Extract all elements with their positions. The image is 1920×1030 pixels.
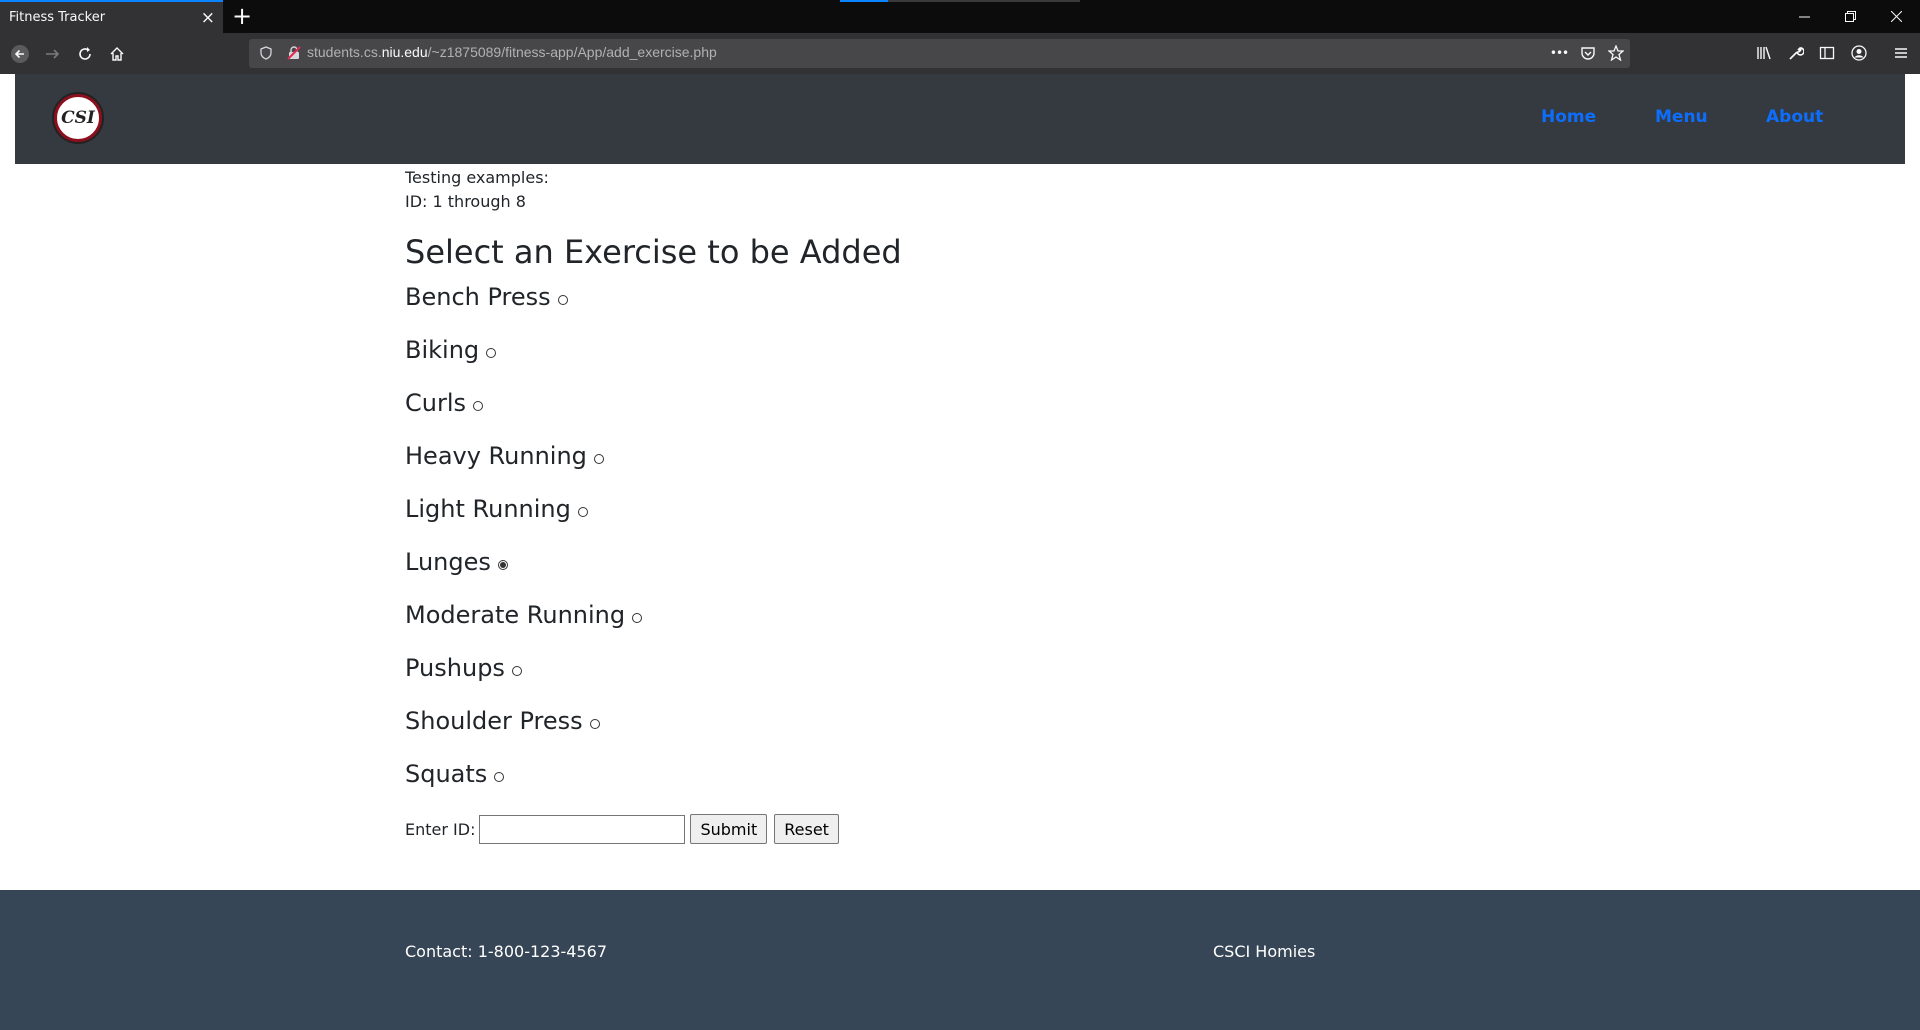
tab-close-icon[interactable]: × xyxy=(201,8,215,28)
id-input[interactable] xyxy=(479,814,686,844)
tab-strip-indicator xyxy=(840,0,888,2)
shield-icon[interactable] xyxy=(254,41,278,65)
sidebar-icon[interactable] xyxy=(1815,41,1839,65)
site-logo[interactable]: CSI xyxy=(54,94,102,142)
exercise-label: Moderate Running xyxy=(405,601,626,629)
site-footer: Contact: 1-800-123-4567 CSCI Homies xyxy=(0,890,1920,1030)
pocket-icon[interactable] xyxy=(1576,41,1600,65)
id-form: Enter ID: Submit Reset xyxy=(405,814,902,844)
exercise-option[interactable]: Moderate Running xyxy=(405,600,902,653)
wrench-icon[interactable] xyxy=(1784,41,1808,65)
restore-icon xyxy=(1844,11,1856,22)
reload-button[interactable] xyxy=(71,40,99,68)
url-host: niu.edu xyxy=(381,44,428,60)
exercise-option[interactable]: Heavy Running xyxy=(405,441,902,494)
reload-icon xyxy=(79,47,91,60)
tab-title: Fitness Tracker xyxy=(9,10,106,25)
exercise-option[interactable]: Squats xyxy=(405,759,902,812)
url-prefix: students.cs. xyxy=(307,44,382,60)
exercise-option[interactable]: Shoulder Press xyxy=(405,706,902,759)
exercise-label: Pushups xyxy=(405,654,505,682)
footer-team: CSCI Homies xyxy=(1213,942,1316,961)
nav-about-link[interactable]: About xyxy=(1766,107,1823,127)
restore-button[interactable] xyxy=(1827,0,1873,33)
exercise-radio[interactable] xyxy=(557,295,568,305)
nav-home-link[interactable]: Home xyxy=(1541,107,1596,127)
testing-hint: Testing examples: xyxy=(405,168,549,187)
exercise-radio[interactable] xyxy=(486,348,497,358)
exercise-option[interactable]: Biking xyxy=(405,335,902,388)
minimize-icon xyxy=(1798,16,1810,18)
page-actions-icon[interactable]: ••• xyxy=(1547,41,1571,65)
exercise-label: Squats xyxy=(405,760,488,788)
exercise-option[interactable]: Light Running xyxy=(405,494,902,547)
exercise-label: Bench Press xyxy=(405,283,551,311)
new-tab-button[interactable]: + xyxy=(232,2,252,30)
bookmark-star-icon[interactable] xyxy=(1604,41,1628,65)
exercise-option[interactable]: Curls xyxy=(405,388,902,441)
footer-contact: Contact: 1-800-123-4567 xyxy=(405,942,608,961)
exercise-list: Bench Press Biking Curls Heavy Running L… xyxy=(405,282,902,812)
exercise-label: Curls xyxy=(405,389,467,417)
home-button[interactable] xyxy=(103,40,131,68)
reset-button[interactable]: Reset xyxy=(774,814,839,844)
forward-arrow-icon xyxy=(46,49,60,59)
insecure-lock-icon[interactable] xyxy=(282,41,306,65)
exercise-label: Heavy Running xyxy=(405,442,587,470)
exercise-option[interactable]: Lunges xyxy=(405,547,902,600)
forward-button[interactable] xyxy=(38,40,66,68)
exercise-radio[interactable] xyxy=(593,454,604,464)
exercise-radio[interactable] xyxy=(589,719,600,729)
library-icon[interactable] xyxy=(1752,41,1776,65)
exercise-radio[interactable] xyxy=(511,666,522,676)
hamburger-menu-icon[interactable] xyxy=(1889,41,1913,65)
url-path: /~z1875089/fitness-app/App/add_exercise.… xyxy=(427,44,717,60)
exercise-option[interactable]: Pushups xyxy=(405,653,902,706)
close-icon xyxy=(1890,11,1902,22)
exercise-radio[interactable] xyxy=(494,772,505,782)
id-label: Enter ID: xyxy=(405,819,476,839)
exercise-label: Biking xyxy=(405,336,480,364)
minimize-button[interactable] xyxy=(1781,0,1827,33)
tab-strip-track xyxy=(888,0,1080,2)
exercise-radio[interactable] xyxy=(497,560,508,570)
exercise-radio[interactable] xyxy=(473,401,484,411)
exercise-label: Lunges xyxy=(405,548,491,576)
exercise-label: Shoulder Press xyxy=(405,707,583,735)
account-icon[interactable] xyxy=(1847,41,1871,65)
site-navbar xyxy=(15,74,1905,164)
exercise-radio[interactable] xyxy=(632,613,643,623)
url-text[interactable]: students.cs.niu.edu/~z1875089/fitness-ap… xyxy=(307,44,717,60)
id-range-hint: ID: 1 through 8 xyxy=(405,192,526,211)
back-button[interactable] xyxy=(6,40,34,68)
home-icon xyxy=(110,47,124,61)
browser-title-bar: Fitness Tracker × + xyxy=(0,0,1920,33)
exercise-radio[interactable] xyxy=(577,507,588,517)
browser-tab[interactable]: Fitness Tracker × xyxy=(0,0,223,33)
main-content: Testing examples: ID: 1 through 8 Select… xyxy=(405,166,902,844)
page-title: Select an Exercise to be Added xyxy=(405,233,902,271)
back-arrow-icon xyxy=(11,45,29,63)
close-window-button[interactable] xyxy=(1873,0,1919,33)
submit-button[interactable]: Submit xyxy=(690,814,768,844)
nav-menu-link[interactable]: Menu xyxy=(1655,107,1708,127)
exercise-label: Light Running xyxy=(405,495,571,523)
exercise-option[interactable]: Bench Press xyxy=(405,282,902,335)
